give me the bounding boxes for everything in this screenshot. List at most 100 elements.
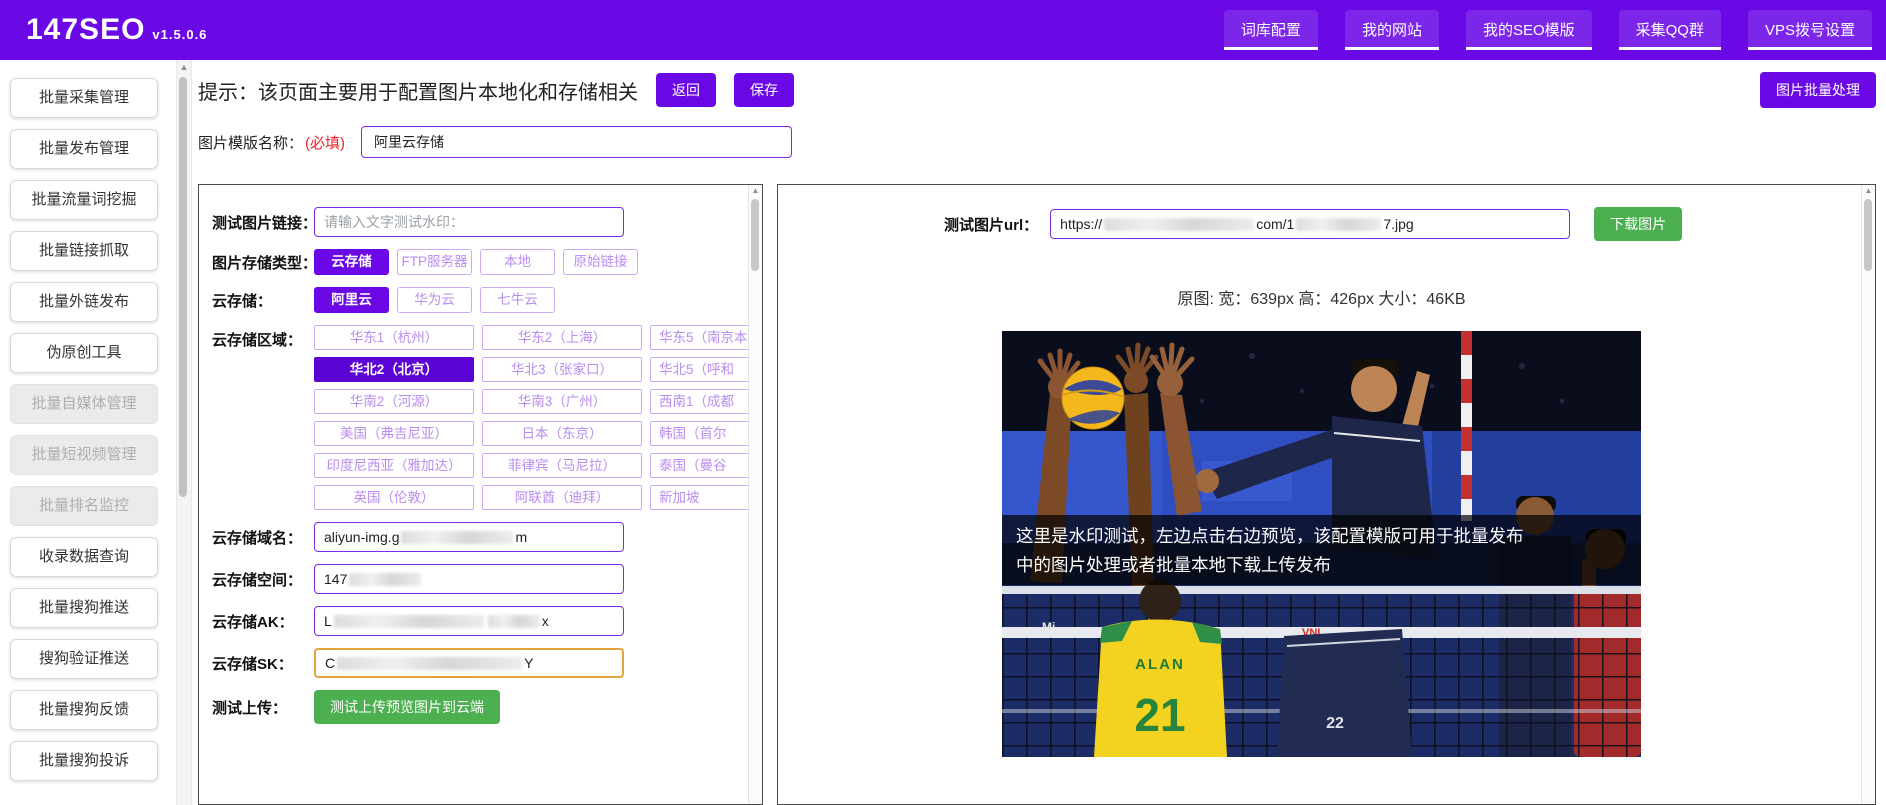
redacted-text: [349, 572, 422, 586]
redacted-text: [1296, 217, 1382, 231]
main-scrollbar[interactable]: ▲: [176, 60, 192, 805]
sidebar-item[interactable]: 批量搜狗投诉: [10, 741, 158, 781]
redacted-text: [337, 656, 523, 670]
volleyball-photo: VNL 22 Mi ALAN 21 这里是水印测试，左边点击右边预览，该配置模版…: [1002, 331, 1641, 757]
space-row: 云存储空间： 147: [212, 564, 748, 594]
region-grid: 华东1（杭州） 华东2（上海） 华东5（南京本华北2（北京） 华北3（张家口） 华北5（…: [314, 325, 748, 510]
test-image-link-input[interactable]: [314, 207, 624, 237]
region-button[interactable]: 新加坡: [650, 485, 748, 510]
field-text: https://: [1060, 216, 1103, 232]
region-button[interactable]: 华南2（河源）: [314, 389, 474, 414]
test-url-input[interactable]: https:// com/1 7.jpg: [1050, 209, 1571, 239]
sidebar-item[interactable]: 批量搜狗推送: [10, 588, 158, 628]
domain-row: 云存储域名： aliyun-img.g m: [212, 522, 748, 552]
region-button[interactable]: 菲律宾（马尼拉）: [482, 453, 642, 478]
preview-image: VNL 22 Mi ALAN 21 这里是水印测试，左边点击右边预览，该配置模版…: [1002, 331, 1641, 757]
region-button[interactable]: 韩国（首尔: [650, 421, 748, 446]
test-url-row: 测试图片url： https:// com/1 7.jpg 下载图片: [944, 207, 1861, 241]
region-button[interactable]: 华东5（南京本: [650, 325, 748, 350]
ak-input[interactable]: Lx: [314, 606, 624, 636]
storage-type-label: 图片存储类型：: [212, 254, 318, 272]
top-nav-item[interactable]: 我的SEO模版: [1465, 10, 1592, 50]
cloud-provider-row: 云存储： 阿里云 华为云 七牛云: [212, 287, 748, 313]
sidebar-item[interactable]: 批量采集管理: [10, 78, 158, 118]
field-text: 147: [324, 571, 348, 587]
sidebar-item[interactable]: 伪原创工具: [10, 333, 158, 373]
storage-type-row: 图片存储类型： 云存储 FTP服务器 本地 原始链接: [212, 249, 748, 275]
option-button[interactable]: 本地: [480, 249, 555, 275]
download-image-button[interactable]: 下载图片: [1594, 207, 1683, 241]
region-button[interactable]: 美国（弗吉尼亚）: [314, 421, 474, 446]
option-button[interactable]: 七牛云: [480, 287, 555, 313]
scrollbar-thumb[interactable]: [751, 199, 759, 271]
sidebar-item: 批量自媒体管理: [10, 384, 158, 424]
sidebar-item[interactable]: 批量发布管理: [10, 129, 158, 169]
app-logo: 147SEO v1.5.0.6: [26, 13, 207, 47]
sidebar-item: 批量短视频管理: [10, 435, 158, 475]
app-title: 147SEO: [26, 13, 146, 46]
cloud-provider-label: 云存储：: [212, 292, 273, 310]
sidebar-item[interactable]: 批量链接抓取: [10, 231, 158, 271]
config-panel-scrollbar[interactable]: ▲: [748, 185, 762, 804]
sidebar-item[interactable]: 收录数据查询: [10, 537, 158, 577]
config-panel: 测试图片链接： 图片存储类型： 云存储 FTP服务器本地原始链接 云存储： 阿里云…: [198, 184, 763, 805]
test-upload-button[interactable]: 测试上传预览图片到云端: [314, 690, 500, 724]
template-name-input[interactable]: [361, 126, 793, 158]
region-button[interactable]: 华北2（北京）: [314, 357, 474, 382]
scroll-up-icon[interactable]: ▲: [749, 186, 762, 195]
redacted-text: [333, 614, 484, 628]
ak-row: 云存储AK： Lx: [212, 606, 748, 636]
top-nav-item[interactable]: 词库配置: [1223, 10, 1318, 50]
option-button[interactable]: 阿里云: [314, 287, 389, 313]
template-name-label: 图片模版名称：: [198, 134, 304, 152]
watermark-overlay: 这里是水印测试，左边点击右边预览，该配置模版可用于批量发布 中的图片处理或者批量…: [1002, 515, 1641, 585]
region-button[interactable]: 华北5（呼和: [650, 357, 748, 382]
top-nav-item[interactable]: 采集QQ群: [1618, 10, 1721, 50]
region-button[interactable]: 阿联酋（迪拜）: [482, 485, 642, 510]
space-input[interactable]: 147: [314, 564, 624, 594]
test-image-link-label: 测试图片链接：: [212, 214, 318, 232]
region-button[interactable]: 印度尼西亚（雅加达）: [314, 453, 474, 478]
sk-label: 云存储SK：: [212, 655, 293, 673]
scrollbar-thumb[interactable]: [1864, 199, 1872, 271]
test-image-link-row: 测试图片链接：: [212, 207, 748, 237]
region-button[interactable]: 日本（东京）: [482, 421, 642, 446]
scroll-up-icon[interactable]: ▲: [177, 62, 191, 72]
app-version: v1.5.0.6: [152, 27, 208, 42]
sidebar-item[interactable]: 搜狗验证推送: [10, 639, 158, 679]
image-batch-process-button[interactable]: 图片批量处理: [1760, 72, 1876, 108]
top-nav-item[interactable]: 我的网站: [1344, 10, 1439, 50]
back-button[interactable]: 返回: [656, 73, 716, 107]
region-button[interactable]: 华东1（杭州）: [314, 325, 474, 350]
save-button[interactable]: 保存: [734, 73, 794, 107]
option-button[interactable]: 云存储: [314, 249, 389, 275]
scroll-up-icon[interactable]: ▲: [1862, 186, 1875, 195]
top-nav-item[interactable]: VPS拨号设置: [1747, 10, 1872, 50]
redacted-text: [401, 530, 514, 544]
sk-row: 云存储SK： CY: [212, 648, 748, 678]
region-button[interactable]: 西南1（成都: [650, 389, 748, 414]
scrollbar-thumb[interactable]: [179, 77, 187, 497]
template-name-row: 图片模版名称： (必填): [198, 126, 1876, 158]
sidebar-item[interactable]: 批量外链发布: [10, 282, 158, 322]
domain-input[interactable]: aliyun-img.g m: [314, 522, 624, 552]
jersey-name-alan: ALAN: [1135, 656, 1185, 673]
field-text: 7.jpg: [1383, 216, 1414, 232]
sidebar-item[interactable]: 批量流量词挖掘: [10, 180, 158, 220]
field-text: m: [515, 529, 528, 545]
sidebar-item[interactable]: 批量搜狗反馈: [10, 690, 158, 730]
region-button[interactable]: 华北3（张家口）: [482, 357, 642, 382]
jersey-number-22: 22: [1326, 715, 1344, 732]
region-button[interactable]: 泰国（曼谷: [650, 453, 748, 478]
test-upload-row: 测试上传： 测试上传预览图片到云端: [212, 690, 748, 724]
option-button[interactable]: 原始链接: [563, 249, 638, 275]
region-button[interactable]: 华南3（广州）: [482, 389, 642, 414]
option-button[interactable]: 华为云: [397, 287, 472, 313]
option-button[interactable]: FTP服务器: [397, 249, 472, 275]
region-button[interactable]: 华东2（上海）: [482, 325, 642, 350]
region-button[interactable]: 英国（伦敦）: [314, 485, 474, 510]
sk-input[interactable]: CY: [314, 648, 624, 678]
preview-panel-scrollbar[interactable]: ▲: [1861, 185, 1875, 804]
field-text: com/1: [1256, 216, 1295, 232]
image-meta: 原图: 宽：639px 高：426px 大小：46KB: [1177, 291, 1466, 308]
